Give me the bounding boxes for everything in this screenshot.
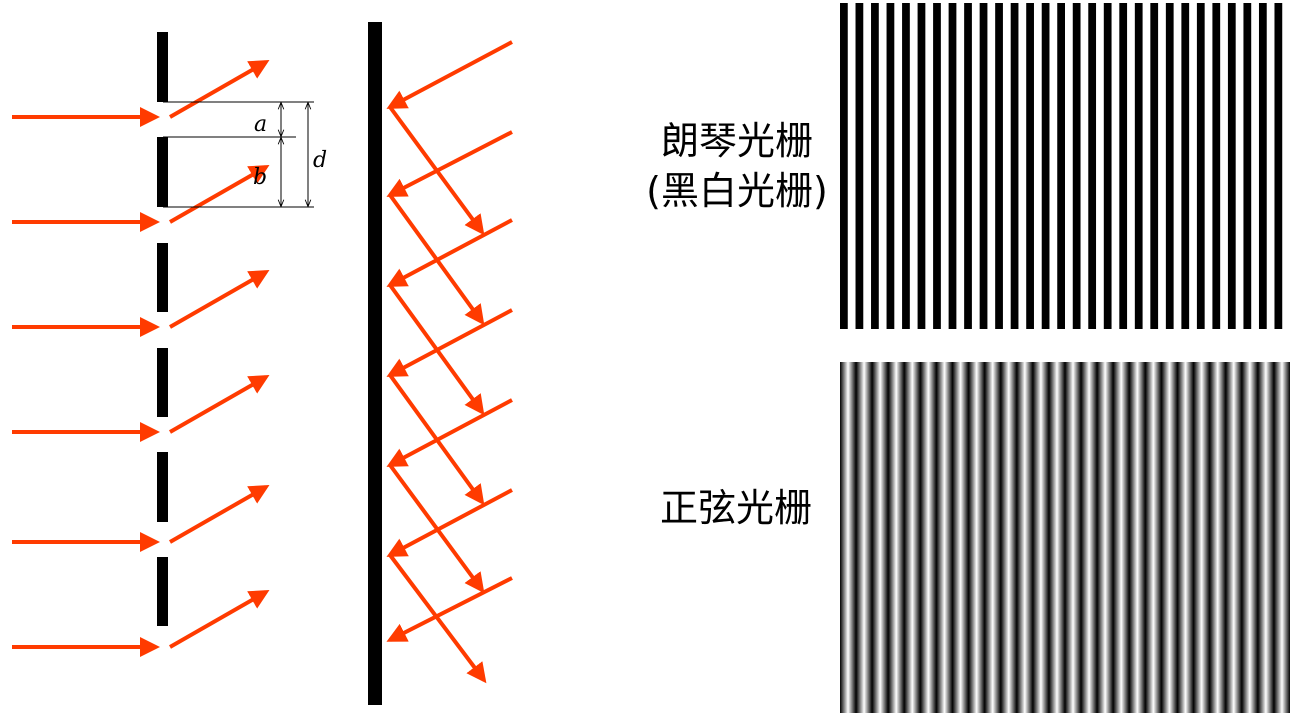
- ronchi-line-19: [1119, 3, 1128, 329]
- ronchi-label-line1: 朗琴光栅: [660, 119, 813, 163]
- grating-bar-1: [157, 32, 168, 102]
- ronchi-line-20: [1134, 3, 1143, 329]
- mirror-surface: [368, 22, 382, 705]
- ronchi-grating-image: [840, 3, 1290, 329]
- diffracted-arrow-6: [169, 590, 270, 649]
- reflect-incident-arrow-4: [386, 308, 513, 377]
- grating-bar-3: [157, 243, 168, 312]
- ronchi-line-24: [1196, 3, 1205, 329]
- ronchi-line-2: [855, 3, 864, 329]
- diffracted-arrow-5: [169, 485, 270, 544]
- grating-bar-4: [157, 348, 168, 417]
- ronchi-line-7: [933, 3, 941, 329]
- grating-bar-5: [157, 452, 168, 522]
- ronchi-line-28: [1258, 3, 1267, 329]
- ronchi-line-9: [964, 3, 972, 329]
- ronchi-line-16: [1072, 3, 1081, 329]
- ronchi-line-11: [995, 3, 1003, 329]
- reflect-incident-arrow-7: [386, 576, 513, 642]
- ronchi-line-17: [1088, 3, 1097, 329]
- reflect-incident-arrow-5: [386, 398, 513, 467]
- grating-bar-6: [157, 557, 168, 626]
- ronchi-line-21: [1150, 3, 1159, 329]
- ronchi-line-3: [871, 3, 879, 329]
- ronchi-line-23: [1181, 3, 1190, 329]
- sine-grating-label: 正弦光栅: [659, 486, 812, 530]
- ronchi-line-5: [902, 3, 910, 329]
- reflect-incident-arrow-1: [386, 40, 513, 109]
- ronchi-line-4: [886, 3, 895, 329]
- ronchi-line-15: [1057, 3, 1065, 329]
- reflect-incident-arrow-2: [386, 130, 513, 197]
- ronchi-line-25: [1212, 3, 1221, 329]
- grating-dimensions: a b d: [163, 101, 327, 208]
- ronchi-label-line2: (黑白光栅): [646, 169, 828, 213]
- ronchi-grating-label: 朗琴光栅 (黑白光栅): [622, 116, 852, 216]
- ronchi-line-26: [1227, 3, 1236, 329]
- ronchi-line-27: [1243, 3, 1252, 329]
- diffracted-arrow-1: [169, 60, 270, 119]
- grating-bar-2: [157, 137, 168, 207]
- ronchi-line-10: [979, 3, 988, 329]
- transmission-grating: [12, 32, 270, 657]
- reflection-grating: [368, 22, 513, 705]
- ronchi-line-22: [1165, 3, 1174, 329]
- ronchi-line-14: [1041, 3, 1050, 329]
- diffracted-arrow-4: [169, 375, 270, 434]
- ronchi-line-8: [948, 3, 957, 329]
- reflect-incident-arrow-3: [386, 218, 513, 287]
- ronchi-line-6: [917, 3, 926, 329]
- ronchi-line-12: [1010, 3, 1019, 329]
- ronchi-line-29: [1274, 3, 1283, 329]
- sine-grating-image: [840, 362, 1290, 713]
- label-d: d: [313, 148, 327, 173]
- label-a: a: [254, 112, 267, 137]
- ronchi-line-13: [1026, 3, 1034, 329]
- ronchi-line-18: [1103, 3, 1112, 329]
- diffracted-arrow-2: [169, 165, 270, 224]
- label-b: b: [253, 165, 267, 190]
- diffracted-arrow-3: [169, 270, 270, 329]
- grating-diagram: a b d: [12, 3, 1290, 713]
